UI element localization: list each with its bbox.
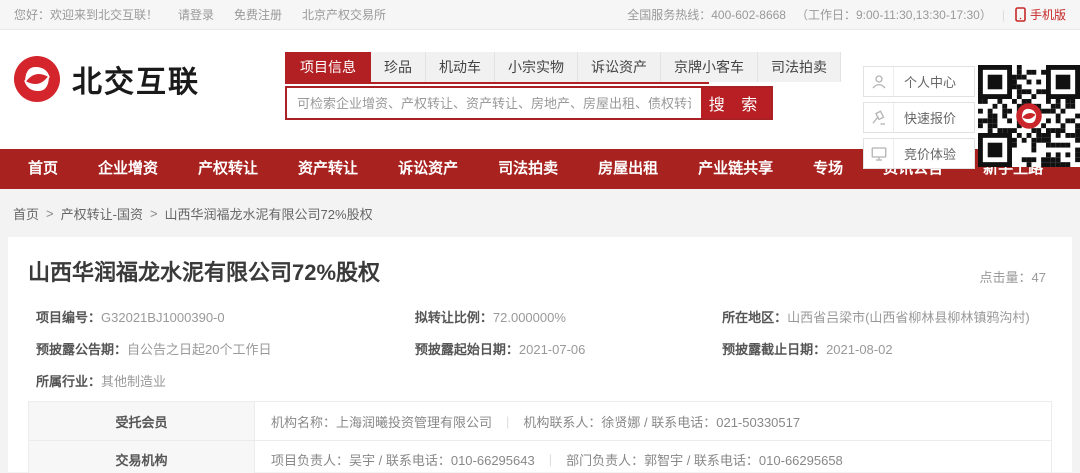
- nav-asset-transfer[interactable]: 资产转让: [278, 149, 378, 189]
- nav-home[interactable]: 首页: [8, 149, 78, 189]
- gavel-icon: [864, 103, 894, 132]
- nav-equity-transfer[interactable]: 产权转让: [178, 149, 278, 189]
- cell-divider: |: [506, 414, 509, 429]
- contact-table: 受托会员 机构名称：上海润曦投资管理有限公司 | 机构联系人：徐贤娜 / 联系电…: [28, 401, 1052, 473]
- site-logo[interactable]: 北交互联: [14, 56, 200, 102]
- hit-counter-label: 点击量：: [980, 270, 1032, 285]
- breadcrumb-separator: >: [46, 206, 54, 221]
- qr-code: [978, 65, 1080, 167]
- row-header: 受托会员: [29, 402, 255, 440]
- phone-icon: [1015, 7, 1026, 22]
- logo-icon: [14, 56, 60, 102]
- tab-project-info[interactable]: 项目信息: [285, 52, 371, 82]
- nav-house-rental[interactable]: 房屋出租: [578, 149, 678, 189]
- nav-capital-increase[interactable]: 企业增资: [78, 149, 178, 189]
- field-start-date: 预披露起始日期：2021-07-06: [407, 339, 714, 358]
- mobile-version-label: 手机版: [1030, 6, 1066, 23]
- tab-treasures[interactable]: 珍品: [371, 52, 426, 82]
- nav-judicial-auction[interactable]: 司法拍卖: [478, 149, 578, 189]
- field-end-date: 预披露截止日期：2021-08-02: [714, 339, 1052, 358]
- personal-center-label: 个人中心: [894, 72, 956, 91]
- cell-divider: |: [549, 452, 552, 467]
- personal-center-button[interactable]: 个人中心: [863, 66, 975, 97]
- greeting-text: 您好：欢迎来到北交互联！: [14, 6, 158, 23]
- page-title: 山西华润福龙水泥有限公司72%股权: [28, 237, 1052, 287]
- breadcrumb-home[interactable]: 首页: [13, 204, 39, 223]
- tab-judicial-auction[interactable]: 司法拍卖: [758, 52, 841, 82]
- tab-beijing-plate-cars[interactable]: 京牌小客车: [661, 52, 758, 82]
- field-location: 所在地区：山西省吕梁市(山西省柳林县柳林镇鸦沟村): [714, 307, 1052, 326]
- project-detail-card: 山西华润福龙水泥有限公司72%股权 点击量：47 项目编号：G32021BJ10…: [8, 237, 1072, 472]
- login-link[interactable]: 请登录: [178, 6, 214, 23]
- row-content: 项目负责人：吴宇 / 联系电话：010-66295643 | 部门负责人：郭智宇…: [255, 441, 1051, 473]
- register-link[interactable]: 免费注册: [234, 6, 282, 23]
- nav-industry-chain[interactable]: 产业链共享: [678, 149, 793, 189]
- search-area: 项目信息 珍品 机动车 小宗实物 诉讼资产 京牌小客车 司法拍卖 搜 索: [285, 52, 773, 120]
- hit-counter: 点击量：47: [980, 267, 1046, 286]
- project-fields: 项目编号：G32021BJ1000390-0 拟转让比例：72.000000% …: [28, 300, 1052, 396]
- field-announcement-period: 预披露公告期：自公告之日起20个工作日: [28, 339, 407, 358]
- tab-litigation-assets[interactable]: 诉讼资产: [578, 52, 661, 82]
- breadcrumb-separator: >: [150, 206, 158, 221]
- row-content: 机构名称：上海润曦投资管理有限公司 | 机构联系人：徐贤娜 / 联系电话：021…: [255, 402, 1051, 440]
- table-row-entrusted-member: 受托会员 机构名称：上海润曦投资管理有限公司 | 机构联系人：徐贤娜 / 联系电…: [29, 402, 1051, 440]
- tab-vehicles[interactable]: 机动车: [426, 52, 495, 82]
- bidding-experience-label: 竞价体验: [894, 144, 956, 163]
- nav-litigation-assets[interactable]: 诉讼资产: [378, 149, 478, 189]
- mobile-version-link[interactable]: 手机版: [1015, 6, 1066, 23]
- bidding-experience-button[interactable]: 竞价体验: [863, 138, 975, 169]
- work-hours-text: （工作日：9:00-11:30,13:30-17:30）: [796, 6, 992, 23]
- exchange-link[interactable]: 北京产权交易所: [302, 6, 386, 23]
- top-utility-bar: 您好：欢迎来到北交互联！ 请登录 免费注册 北京产权交易所 全国服务热线：400…: [0, 0, 1080, 30]
- brand-name: 北交互联: [72, 57, 200, 101]
- field-industry: 所属行业：其他制造业: [28, 371, 407, 390]
- breadcrumb-category[interactable]: 产权转让-国资: [61, 204, 143, 223]
- breadcrumb-current: 山西华润福龙水泥有限公司72%股权: [165, 204, 373, 223]
- divider: |: [1002, 8, 1005, 22]
- user-icon: [864, 67, 894, 96]
- field-project-number: 项目编号：G32021BJ1000390-0: [28, 307, 407, 326]
- site-header: 北交互联 项目信息 珍品 机动车 小宗实物 诉讼资产 京牌小客车 司法拍卖 搜 …: [0, 30, 1080, 149]
- quick-quote-button[interactable]: 快速报价: [863, 102, 975, 133]
- tab-small-goods[interactable]: 小宗实物: [495, 52, 578, 82]
- breadcrumb: 首页 > 产权转让-国资 > 山西华润福龙水泥有限公司72%股权: [0, 189, 1080, 237]
- quick-quote-label: 快速报价: [894, 108, 956, 127]
- search-button[interactable]: 搜 索: [701, 88, 771, 118]
- table-row-trading-institution: 交易机构 项目负责人：吴宇 / 联系电话：010-66295643 | 部门负责…: [29, 440, 1051, 473]
- hit-counter-value: 47: [1032, 270, 1046, 285]
- search-input[interactable]: [287, 88, 701, 118]
- field-transfer-ratio: 拟转让比例：72.000000%: [407, 307, 714, 326]
- monitor-icon: [864, 139, 894, 168]
- quick-links: 个人中心 快速报价 竞价体验: [863, 66, 975, 169]
- row-header: 交易机构: [29, 441, 255, 473]
- nav-special-sessions[interactable]: 专场: [793, 149, 863, 189]
- search-box: 搜 索: [285, 86, 773, 120]
- search-tabs: 项目信息 珍品 机动车 小宗实物 诉讼资产 京牌小客车 司法拍卖: [285, 52, 709, 84]
- hotline-text: 全国服务热线：400-602-8668: [627, 6, 786, 23]
